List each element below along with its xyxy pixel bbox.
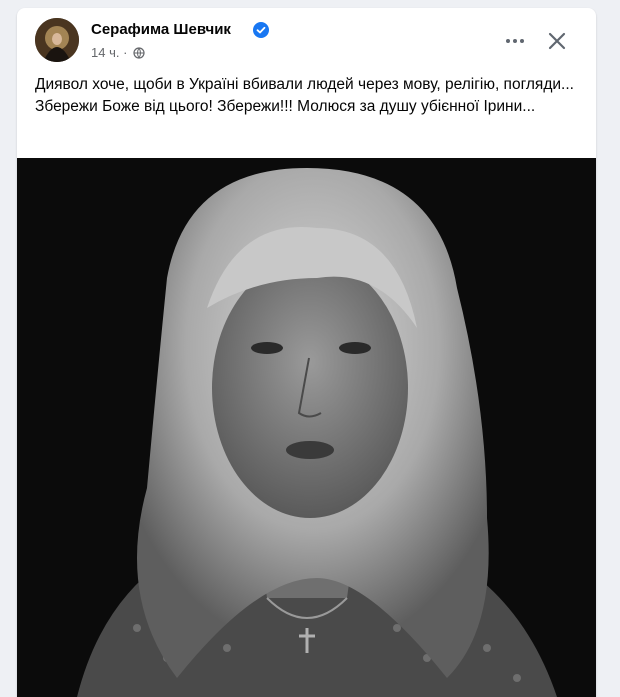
more-options-button[interactable]: [501, 27, 529, 55]
post-timestamp[interactable]: 14 ч.: [91, 45, 119, 60]
close-button[interactable]: [543, 27, 571, 55]
post-photo[interactable]: [17, 158, 596, 697]
post-card: Серафима Шевчик 14 ч. · Диявол хоче, щоб…: [17, 8, 596, 697]
author-name[interactable]: Серафима Шевчик: [91, 21, 231, 38]
post-photo-image: [17, 158, 596, 697]
more-options-icon: [506, 39, 524, 43]
post-header: Серафима Шевчик 14 ч. ·: [17, 8, 596, 68]
verified-badge-icon: [253, 22, 269, 38]
author-avatar[interactable]: [35, 18, 79, 62]
post-meta: 14 ч. ·: [91, 44, 145, 60]
post-text: Диявол хоче, щоби в Україні вбивали люде…: [35, 76, 574, 115]
close-icon: [548, 32, 566, 50]
meta-separator: ·: [123, 45, 128, 61]
globe-icon: [133, 46, 145, 59]
